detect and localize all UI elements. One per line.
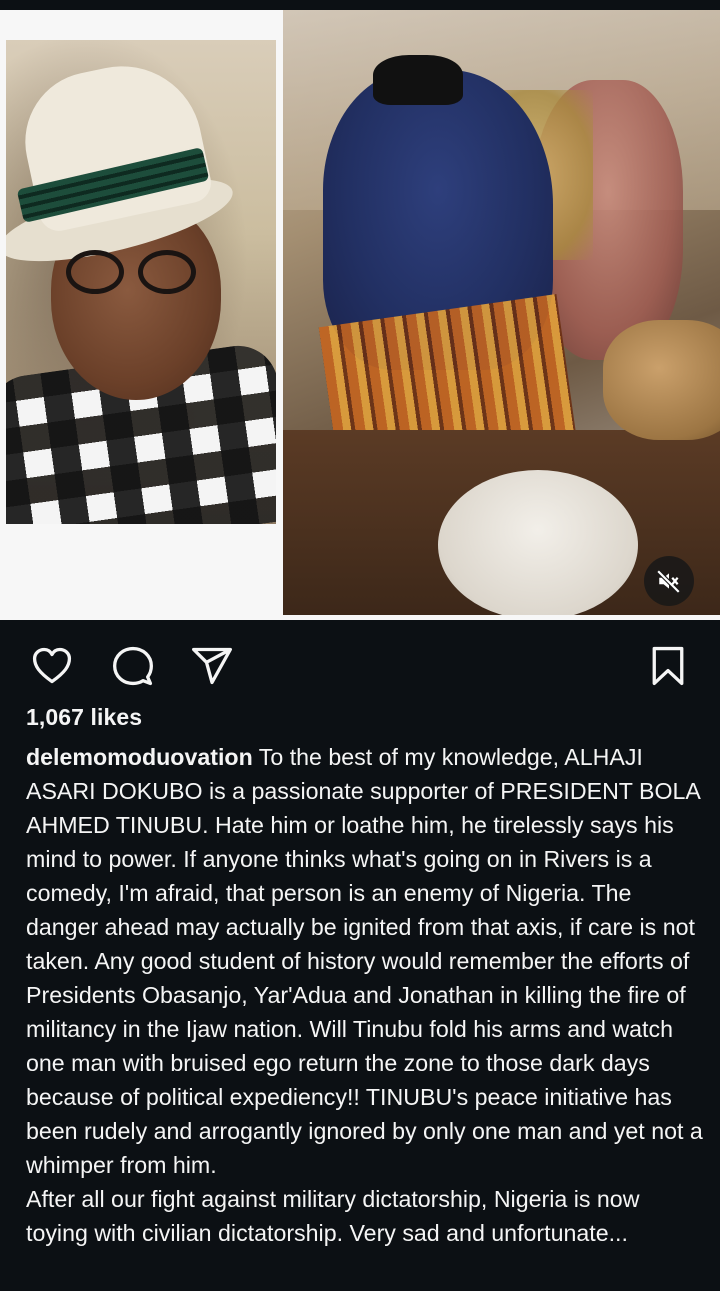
heart-icon[interactable] (30, 644, 74, 688)
caption-text: To the best of my knowledge, ALHAJI ASAR… (26, 744, 703, 1246)
mute-button[interactable] (644, 556, 694, 606)
post-caption: delemomoduovation To the best of my know… (26, 740, 706, 1250)
like-count[interactable]: 1,067 likes (26, 704, 142, 731)
post-media[interactable] (0, 10, 720, 620)
bookmark-icon[interactable] (646, 644, 690, 688)
send-icon[interactable] (190, 644, 234, 688)
video-frame[interactable] (283, 10, 720, 615)
comment-bubble-icon[interactable] (111, 644, 155, 688)
status-strip (0, 0, 720, 10)
portrait-photo (6, 40, 276, 524)
caption-username[interactable]: delemomoduovation (26, 744, 253, 770)
speaker-muted-icon (656, 569, 681, 594)
post-actions (0, 630, 720, 700)
